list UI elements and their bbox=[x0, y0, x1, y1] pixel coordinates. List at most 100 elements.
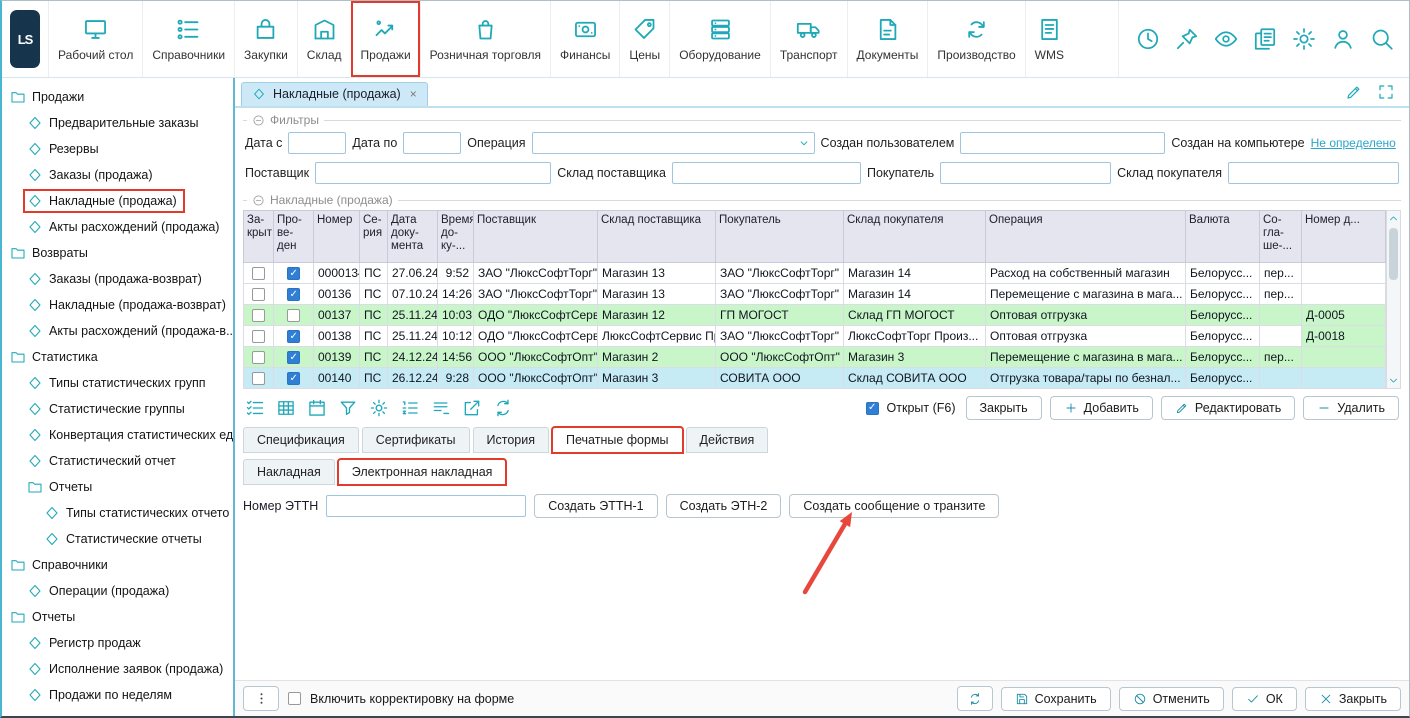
posted-checkbox[interactable] bbox=[287, 330, 300, 343]
save-button[interactable]: Сохранить bbox=[1001, 687, 1111, 711]
tree-item-13[interactable]: Конвертация статистических ед bbox=[2, 422, 233, 448]
tree-item-7[interactable]: Заказы (продажа-возврат) bbox=[2, 266, 233, 292]
column-header[interactable]: Дата доку-мента bbox=[388, 211, 438, 263]
tree-item-22[interactable]: Исполнение заявок (продажа) bbox=[2, 656, 233, 682]
table-row[interactable]: 00139ПС24.12.2414:56ООО "ЛюксСофтОпт"Маг… bbox=[244, 347, 1386, 368]
table-row[interactable]: 0000134ПС27.06.249:52ЗАО "ЛюксСофтТорг"М… bbox=[244, 263, 1386, 284]
tab-history[interactable]: История bbox=[473, 427, 549, 453]
buyer-input[interactable] bbox=[940, 162, 1111, 184]
nav-item-warehouse[interactable]: Склад bbox=[297, 1, 351, 77]
tree-item-18[interactable]: Справочники bbox=[2, 552, 233, 578]
tree-item-12[interactable]: Статистические группы bbox=[2, 396, 233, 422]
closed-checkbox[interactable] bbox=[252, 309, 265, 322]
close-list-button[interactable]: Закрыть bbox=[966, 396, 1042, 420]
operation-select[interactable] bbox=[532, 132, 815, 154]
nav-item-catalog[interactable]: Справочники bbox=[142, 1, 234, 77]
edit-icon[interactable] bbox=[1345, 83, 1363, 101]
tree-item-10[interactable]: Статистика bbox=[2, 344, 233, 370]
nav-item-finance[interactable]: Финансы bbox=[550, 1, 619, 77]
open-external-button[interactable] bbox=[462, 398, 482, 418]
supplier-input[interactable] bbox=[315, 162, 551, 184]
tree-item-4[interactable]: Накладные (продажа) bbox=[2, 188, 233, 214]
tree-item-15[interactable]: Отчеты bbox=[2, 474, 233, 500]
user-button[interactable] bbox=[1328, 24, 1358, 54]
column-header[interactable]: Время до-ку-... bbox=[438, 211, 474, 263]
tab-actions[interactable]: Действия bbox=[686, 427, 769, 453]
tab-invoice[interactable]: Накладная bbox=[243, 459, 335, 485]
table-row[interactable]: 00136ПС07.10.2414:26ЗАО "ЛюксСофтТорг"Ма… bbox=[244, 284, 1386, 305]
expand-icon[interactable] bbox=[1377, 83, 1395, 101]
created-on-computer-link[interactable]: Не определено bbox=[1311, 136, 1396, 150]
clock-button[interactable] bbox=[1133, 24, 1163, 54]
column-header[interactable]: Номер д... bbox=[1302, 211, 1386, 263]
date-to-input[interactable] bbox=[403, 132, 461, 154]
sync-button[interactable] bbox=[493, 398, 513, 418]
closed-checkbox[interactable] bbox=[252, 330, 265, 343]
nav-item-desktop[interactable]: Рабочий стол bbox=[48, 1, 142, 77]
pin-button[interactable] bbox=[1172, 24, 1202, 54]
nav-item-production[interactable]: Производство bbox=[927, 1, 1024, 77]
ok-button[interactable]: ОК bbox=[1232, 687, 1297, 711]
tree-item-8[interactable]: Накладные (продажа-возврат) bbox=[2, 292, 233, 318]
column-header[interactable]: Валюта bbox=[1186, 211, 1260, 263]
table-scrollbar[interactable] bbox=[1386, 210, 1401, 389]
tree-item-21[interactable]: Регистр продаж bbox=[2, 630, 233, 656]
tree-item-0[interactable]: Продажи bbox=[2, 84, 233, 110]
refresh-button[interactable] bbox=[957, 686, 993, 711]
column-header[interactable]: Се-рия bbox=[360, 211, 388, 263]
column-header[interactable]: Операция bbox=[986, 211, 1186, 263]
tab-electronic-invoice[interactable]: Электронная накладная bbox=[338, 459, 507, 485]
scrollbar-thumb[interactable] bbox=[1389, 228, 1398, 280]
tab-specification[interactable]: Спецификация bbox=[243, 427, 359, 453]
numbered-list-button[interactable] bbox=[400, 398, 420, 418]
tab-certificates[interactable]: Сертификаты bbox=[362, 427, 470, 453]
table-row[interactable]: 00137ПС25.11.2410:03ОДО "ЛюксСофтСерв...… bbox=[244, 305, 1386, 326]
create-etn2-button[interactable]: Создать ЭТН-2 bbox=[666, 494, 782, 518]
date-from-input[interactable] bbox=[288, 132, 346, 154]
calendar-button[interactable] bbox=[307, 398, 327, 418]
list-remove-button[interactable] bbox=[431, 398, 451, 418]
closed-checkbox[interactable] bbox=[252, 288, 265, 301]
closed-checkbox[interactable] bbox=[252, 372, 265, 385]
column-header[interactable]: Склад покупателя bbox=[844, 211, 986, 263]
table-button[interactable] bbox=[276, 398, 296, 418]
nav-item-retail[interactable]: Розничная торговля bbox=[420, 1, 550, 77]
nav-item-purchases[interactable]: Закупки bbox=[234, 1, 297, 77]
posted-checkbox[interactable] bbox=[287, 351, 300, 364]
create-transit-message-button[interactable]: Создать сообщение о транзите bbox=[789, 494, 999, 518]
column-header[interactable]: Про-ве-ден bbox=[274, 211, 314, 263]
tree-item-20[interactable]: Отчеты bbox=[2, 604, 233, 630]
delete-button[interactable]: Удалить bbox=[1303, 396, 1399, 420]
supplier-store-input[interactable] bbox=[672, 162, 861, 184]
closed-checkbox[interactable] bbox=[252, 351, 265, 364]
more-options-button[interactable] bbox=[243, 686, 279, 711]
nav-item-sales[interactable]: Продажи bbox=[351, 1, 420, 77]
gear-button[interactable] bbox=[369, 398, 389, 418]
nav-item-prices[interactable]: Цены bbox=[619, 1, 669, 77]
tree-item-9[interactable]: Акты расхождений (продажа-в... bbox=[2, 318, 233, 344]
column-header[interactable]: За-крыт bbox=[244, 211, 274, 263]
tree-item-23[interactable]: Продажи по неделям bbox=[2, 682, 233, 708]
posted-checkbox[interactable] bbox=[287, 267, 300, 280]
tree-item-11[interactable]: Типы статистических групп bbox=[2, 370, 233, 396]
ettn-number-input[interactable] bbox=[326, 495, 526, 517]
collapse-filters-icon[interactable] bbox=[252, 114, 265, 127]
tree-item-17[interactable]: Статистические отчеты bbox=[2, 526, 233, 552]
tree-item-1[interactable]: Предварительные заказы bbox=[2, 110, 233, 136]
posted-checkbox[interactable] bbox=[287, 288, 300, 301]
collapse-grid-icon[interactable] bbox=[252, 194, 265, 207]
column-header[interactable]: Со-гла-ше-... bbox=[1260, 211, 1302, 263]
column-header[interactable]: Склад поставщика bbox=[598, 211, 716, 263]
add-button[interactable]: Добавить bbox=[1050, 396, 1153, 420]
scroll-up-icon[interactable] bbox=[1387, 212, 1400, 225]
tree-item-5[interactable]: Акты расхождений (продажа) bbox=[2, 214, 233, 240]
column-header[interactable]: Номер bbox=[314, 211, 360, 263]
close-button[interactable]: Закрыть bbox=[1305, 687, 1401, 711]
close-tab-icon[interactable]: × bbox=[410, 87, 417, 101]
eye-button[interactable] bbox=[1211, 24, 1241, 54]
search-button[interactable] bbox=[1367, 24, 1397, 54]
view-list-button[interactable] bbox=[245, 398, 265, 418]
tab-invoices-sales[interactable]: Накладные (продажа) × bbox=[241, 82, 428, 106]
edit-button[interactable]: Редактировать bbox=[1161, 396, 1295, 420]
table-row[interactable]: 00140ПС26.12.249:28ООО "ЛюксСофтОпт"Мага… bbox=[244, 368, 1386, 389]
